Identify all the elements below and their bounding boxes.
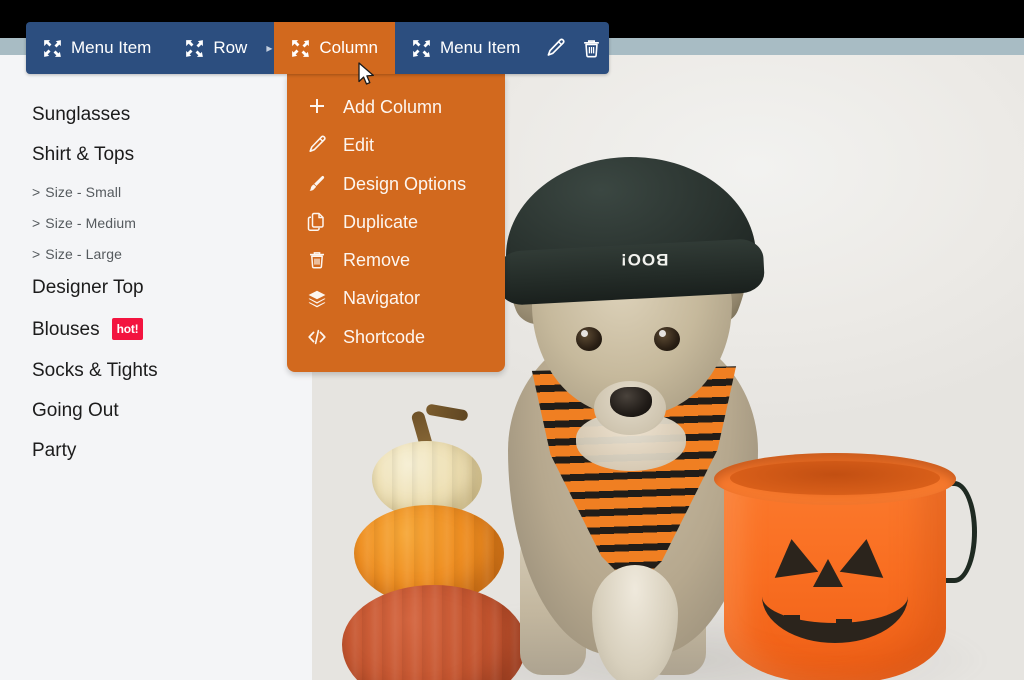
toolbar-item-label: Column — [319, 38, 378, 57]
nav-item-label: Size - Medium — [45, 215, 137, 231]
page-builder-toolbar: Menu Item Row ▸ Column Menu Item — [26, 22, 610, 74]
jack-o-lantern-eye-left — [769, 536, 819, 578]
jack-o-lantern-tooth-left — [784, 615, 800, 628]
trash-icon — [581, 38, 602, 59]
chevron-right-icon: > — [32, 215, 41, 231]
nav-item-size-small[interactable]: > Size - Small — [32, 185, 292, 199]
menu-item-remove[interactable]: Remove — [287, 241, 505, 279]
jack-o-lantern-tooth-right — [836, 619, 852, 632]
jack-o-lantern-bucket — [710, 447, 977, 680]
toolbar-item-label: Row — [213, 38, 248, 57]
menu-item-label: Remove — [343, 250, 411, 271]
chevron-right-icon: > — [32, 246, 41, 262]
nav-item-size-medium[interactable]: > Size - Medium — [32, 216, 292, 230]
screenshot-root: Sunglasses Shirt & Tops > Size - Small >… — [0, 0, 1024, 680]
nav-item-socks-tights[interactable]: Socks & Tights — [32, 361, 292, 380]
menu-item-label: Shortcode — [343, 326, 426, 347]
pencil-icon — [545, 38, 566, 59]
chevron-right-icon: > — [32, 184, 41, 200]
nav-item-label: Blouses — [32, 318, 100, 340]
nav-list: Sunglasses Shirt & Tops > Size - Small >… — [32, 105, 292, 481]
menu-item-label: Edit — [343, 135, 375, 156]
dog-chest-fur — [592, 565, 678, 680]
dog-eye-left — [576, 327, 602, 351]
menu-item-label: Add Column — [343, 97, 443, 117]
nav-item-label: Designer Top — [32, 277, 144, 298]
nav-item-shirt-tops[interactable]: Shirt & Tops — [32, 145, 292, 164]
nav-item-party[interactable]: Party — [32, 441, 292, 460]
toolbar-item-label: Menu Item — [71, 38, 152, 57]
nav-item-blouses[interactable]: Blouses hot! — [32, 318, 292, 340]
nav-item-designer-top[interactable]: Designer Top — [32, 278, 292, 297]
breadcrumb-separator-icon: ▸ — [266, 41, 273, 55]
nav-item-label: Size - Small — [45, 184, 122, 200]
toolbar-item-row[interactable]: Row — [168, 22, 264, 74]
menu-item-label: Design Options — [343, 173, 467, 194]
menu-item-shortcode[interactable]: Shortcode — [287, 318, 505, 356]
jack-o-lantern-nose — [813, 559, 843, 587]
plus-icon — [305, 97, 329, 117]
copy-icon — [305, 212, 329, 232]
menu-item-duplicate[interactable]: Duplicate — [287, 203, 505, 241]
toolbar-item-menu-item-1[interactable]: Menu Item — [26, 22, 168, 74]
dog-nose — [610, 387, 652, 417]
nav-item-size-large[interactable]: > Size - Large — [32, 247, 292, 261]
menu-item-design-options[interactable]: Design Options — [287, 165, 505, 203]
nav-item-label: Sunglasses — [32, 104, 131, 125]
delete-button[interactable] — [573, 22, 609, 74]
jack-o-lantern-eye-right — [839, 536, 889, 578]
menu-item-navigator[interactable]: Navigator — [287, 279, 505, 317]
nav-item-label: Size - Large — [45, 246, 122, 262]
toolbar-item-menu-item-2[interactable]: Menu Item — [395, 22, 537, 74]
menu-item-label: Duplicate — [343, 211, 419, 232]
pencil-icon — [305, 135, 329, 155]
toolbar-item-label: Menu Item — [439, 38, 521, 57]
nav-item-label: Party — [32, 440, 77, 461]
edit-pencil-button[interactable] — [537, 22, 573, 74]
nav-item-sunglasses[interactable]: Sunglasses — [32, 105, 292, 124]
code-icon — [305, 327, 329, 347]
bucket-rim-inner — [730, 461, 940, 495]
menu-item-add-column[interactable]: Add Column — [287, 88, 505, 126]
move-arrows-icon — [43, 39, 62, 58]
menu-item-edit[interactable]: Edit — [287, 126, 505, 164]
beanie-boo-text: BOO! — [620, 250, 669, 269]
move-arrows-icon — [185, 39, 204, 58]
trash-icon — [305, 250, 329, 270]
toolbar-item-column[interactable]: Column — [274, 22, 395, 74]
site-navigation: Sunglasses Shirt & Tops > Size - Small >… — [0, 55, 312, 680]
status-badge-hot: hot! — [111, 318, 144, 340]
layers-icon — [305, 289, 329, 309]
move-arrows-icon — [291, 39, 310, 58]
nav-item-label: Socks & Tights — [32, 360, 158, 381]
paintbrush-icon — [305, 174, 329, 194]
nav-item-going-out[interactable]: Going Out — [32, 401, 292, 420]
nav-item-label: Shirt & Tops — [32, 144, 135, 165]
column-context-menu: Add Column Edit Design Options Duplicate… — [287, 74, 505, 373]
nav-item-label: Going Out — [32, 400, 119, 421]
move-arrows-icon — [412, 39, 431, 58]
menu-item-label: Navigator — [343, 288, 421, 309]
dog-eye-right — [654, 327, 680, 351]
pumpkin-stem-curl — [425, 403, 469, 422]
